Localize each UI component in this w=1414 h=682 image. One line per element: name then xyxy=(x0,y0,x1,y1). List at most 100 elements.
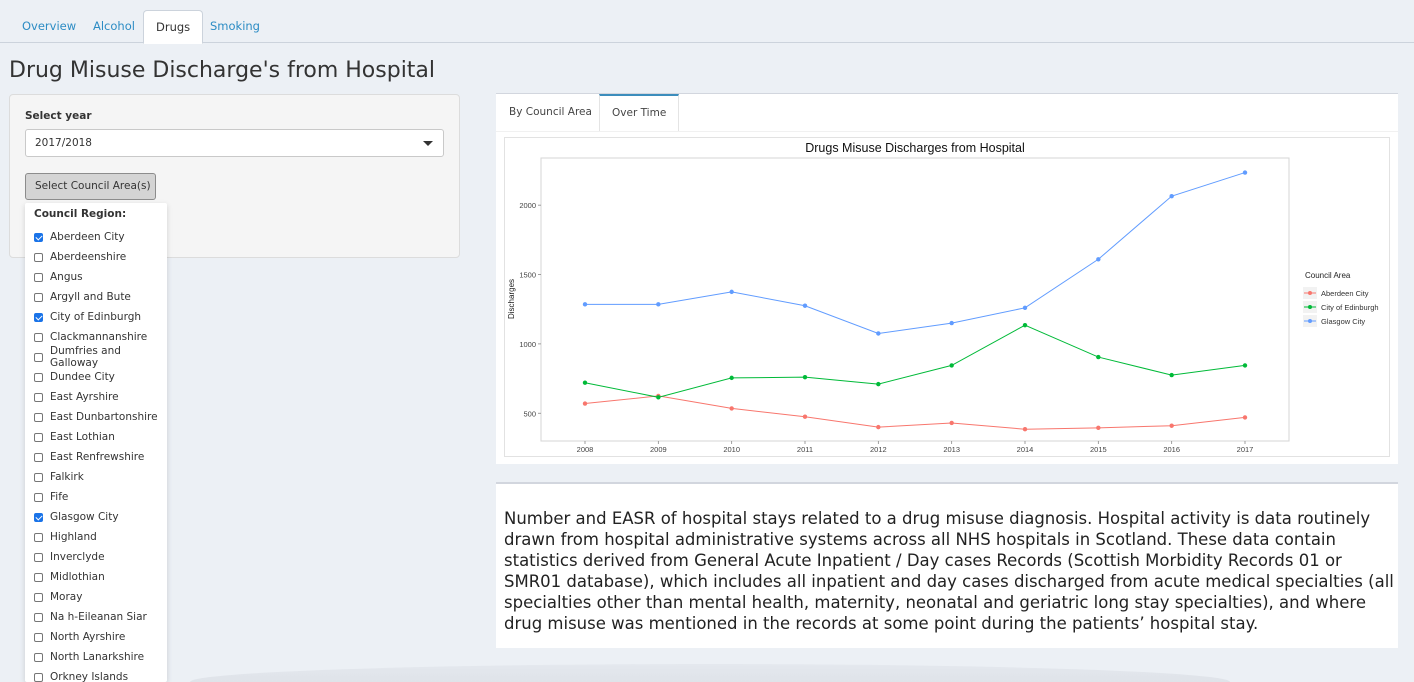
council-option[interactable]: Fife xyxy=(34,487,68,507)
tab-alcohol[interactable]: Alcohol xyxy=(81,10,147,43)
council-option[interactable]: Aberdeen City xyxy=(34,227,125,247)
tab-overview[interactable]: Overview xyxy=(10,10,88,43)
council-option-label: Highland xyxy=(50,531,97,543)
council-checkbox[interactable] xyxy=(34,572,43,582)
tab-drugs[interactable]: Drugs xyxy=(143,10,204,44)
council-option-label: Moray xyxy=(50,591,83,603)
council-checkbox[interactable] xyxy=(34,512,43,522)
page-title: Drug Misuse Discharge's from Hospital xyxy=(9,58,436,83)
council-checkbox[interactable] xyxy=(34,332,43,342)
legend-title: Council Area xyxy=(1305,271,1351,280)
council-option[interactable]: East Lothian xyxy=(34,427,115,447)
council-checkbox[interactable] xyxy=(34,312,43,322)
x-tick-label: 2008 xyxy=(577,445,594,454)
council-option-label: East Lothian xyxy=(50,431,115,443)
y-tick-label: 1000 xyxy=(519,340,536,349)
description-panel: Number and EASR of hospital stays relate… xyxy=(496,482,1398,648)
plot-area xyxy=(540,157,1290,442)
data-point xyxy=(1022,322,1028,328)
council-option[interactable]: Falkirk xyxy=(34,467,84,487)
data-point xyxy=(582,401,588,406)
council-checkbox[interactable] xyxy=(34,232,43,242)
council-checkbox[interactable] xyxy=(34,432,43,442)
council-checkbox[interactable] xyxy=(34,612,43,622)
council-area-dropdown: Council Region: Aberdeen City Aberdeenshi… xyxy=(25,203,167,682)
x-tick-label: 2010 xyxy=(723,445,740,454)
council-option[interactable]: North Lanarkshire xyxy=(34,647,144,667)
council-option-label: Na h-Eileanan Siar xyxy=(50,611,147,623)
council-checkbox[interactable] xyxy=(34,592,43,602)
council-option[interactable]: East Renfrewshire xyxy=(34,447,144,467)
legend-label: City of Edinburgh xyxy=(1321,303,1379,312)
council-option[interactable]: Argyll and Bute xyxy=(34,287,131,307)
council-checkbox[interactable] xyxy=(34,652,43,662)
council-option[interactable]: Highland xyxy=(34,527,97,547)
council-checkbox[interactable] xyxy=(34,412,43,422)
select-council-area-button[interactable]: Select Council Area(s) xyxy=(25,173,156,213)
tab-divider xyxy=(496,131,1398,132)
council-option[interactable]: City of Edinburgh xyxy=(34,307,141,327)
council-checkbox[interactable] xyxy=(34,492,43,502)
plot-frame: Drugs Misuse Discharges from Hospital Di… xyxy=(504,137,1390,457)
council-option-label: Aberdeenshire xyxy=(50,251,127,263)
legend-point xyxy=(1308,305,1312,309)
year-select[interactable]: 2017/2018 xyxy=(25,129,444,157)
data-point xyxy=(949,420,954,426)
chart-title: Drugs Misuse Discharges from Hospital xyxy=(805,141,1025,155)
data-point xyxy=(1096,425,1101,431)
council-checkbox[interactable] xyxy=(34,392,43,402)
data-point xyxy=(656,302,661,307)
council-checkbox[interactable] xyxy=(34,452,43,462)
council-option[interactable]: Glasgow City xyxy=(34,507,119,527)
council-checkbox[interactable] xyxy=(34,672,43,682)
legend-point xyxy=(1308,291,1312,295)
year-select-value: 2017/2018 xyxy=(35,137,92,149)
data-point xyxy=(1096,257,1101,262)
council-checkbox[interactable] xyxy=(34,552,43,562)
council-checkbox[interactable] xyxy=(34,372,43,382)
council-checkbox[interactable] xyxy=(34,292,43,302)
tab-by-council-area[interactable]: By Council Area xyxy=(497,94,604,131)
data-point xyxy=(1242,415,1248,420)
data-point xyxy=(582,380,588,385)
council-checkbox[interactable] xyxy=(34,472,43,482)
x-tick-label: 2015 xyxy=(1090,445,1107,454)
council-checkbox[interactable] xyxy=(34,272,43,282)
x-tick-label: 2009 xyxy=(650,445,667,454)
council-option[interactable]: Inverclyde xyxy=(34,547,105,567)
council-option[interactable]: Aberdeenshire xyxy=(34,247,126,267)
council-option[interactable]: Na h-Eileanan Siar xyxy=(34,607,147,627)
tab-smoking[interactable]: Smoking xyxy=(198,10,272,43)
council-option[interactable]: Angus xyxy=(34,267,83,287)
council-option[interactable]: Dumfries and Galloway xyxy=(34,345,167,369)
council-option[interactable]: Moray xyxy=(34,587,82,607)
council-option[interactable]: East Ayrshire xyxy=(34,387,119,407)
council-option[interactable]: Orkney Islands xyxy=(34,667,128,682)
council-option-label: East Ayrshire xyxy=(50,391,119,403)
council-option[interactable]: Midlothian xyxy=(34,567,105,587)
select-council-area-label: Select Council Area(s) xyxy=(35,180,151,192)
council-option[interactable]: Dundee City xyxy=(34,367,115,387)
council-option-label: Dumfries and Galloway xyxy=(50,345,121,369)
council-option-label: North Ayrshire xyxy=(50,631,126,643)
tab-over-time[interactable]: Over Time xyxy=(599,94,680,131)
council-checkbox[interactable] xyxy=(34,532,43,542)
council-option[interactable]: East Dunbartonshire xyxy=(34,407,158,427)
council-option-label: Aberdeen City xyxy=(50,231,125,243)
data-point xyxy=(802,303,808,308)
council-checkbox[interactable] xyxy=(34,352,43,362)
council-checkbox[interactable] xyxy=(34,632,43,642)
council-option[interactable]: North Ayrshire xyxy=(34,627,125,647)
council-checkbox[interactable] xyxy=(34,252,43,262)
legend-label: Glasgow City xyxy=(1321,317,1365,326)
council-option[interactable]: Clackmannanshire xyxy=(34,327,147,347)
dropdown-heading: Council Region: xyxy=(34,208,127,220)
data-point xyxy=(1242,363,1248,368)
council-option-label: Clackmannanshire xyxy=(50,331,148,343)
data-point xyxy=(729,406,734,411)
council-option-label: City of Edinburgh xyxy=(50,311,142,323)
council-option-label: East Dunbartonshire xyxy=(50,411,158,423)
x-tick-label: 2012 xyxy=(870,445,887,454)
data-point xyxy=(1022,427,1028,432)
legend-point xyxy=(1308,319,1312,323)
